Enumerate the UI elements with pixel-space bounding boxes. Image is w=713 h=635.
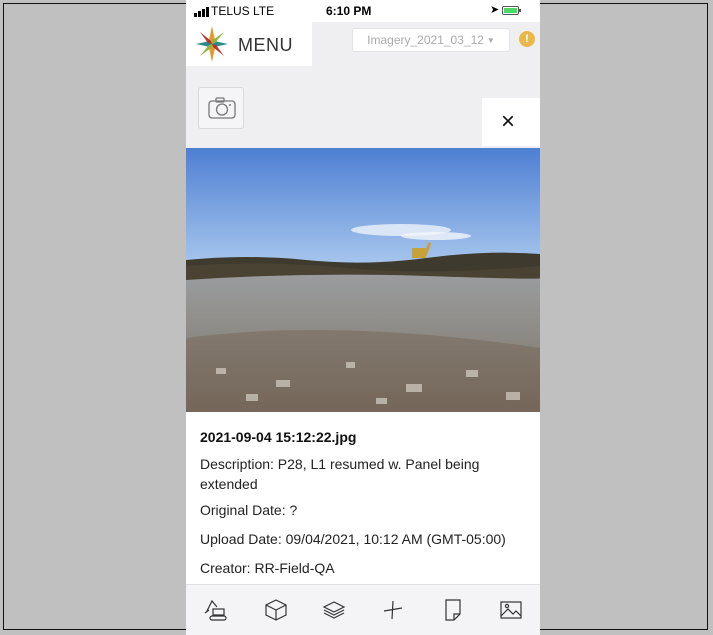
app-logo-icon [196, 26, 228, 62]
imagery-dropdown[interactable]: Imagery_2021_03_12 ▼ [352, 28, 510, 52]
carrier-label: TELUS LTE [211, 4, 275, 18]
photo-original-date: Original Date: ? [200, 502, 298, 518]
menu-label: MENU [238, 35, 293, 55]
close-button[interactable]: × [482, 98, 540, 146]
status-bar: TELUS LTE 6:10 PM ➤ [186, 0, 540, 22]
close-icon: × [501, 108, 516, 135]
camera-icon [208, 97, 236, 119]
status-time: 6:10 PM [326, 4, 372, 18]
signal-icon [194, 7, 209, 17]
alert-icon[interactable]: ! [519, 31, 535, 47]
phone-screen: TELUS LTE 6:10 PM ➤ MENU Imagery_2021_03… [186, 0, 540, 635]
chevron-down-icon: ▼ [486, 35, 495, 45]
location-arrow-icon: ➤ [490, 4, 500, 16]
layers-icon[interactable] [321, 597, 347, 623]
excavator-icon[interactable] [203, 597, 229, 623]
photo-filename: 2021-09-04 15:12:22.jpg [200, 429, 357, 445]
photo-description: Description: P28, L1 resumed w. Panel be… [200, 456, 480, 492]
battery-icon [502, 6, 521, 15]
photo-upload-date: Upload Date: 09/04/2021, 10:12 AM (GMT-0… [200, 531, 506, 547]
bottom-toolbar [186, 584, 540, 635]
measure-icon[interactable] [380, 597, 406, 623]
image-icon[interactable] [498, 597, 524, 623]
document-icon[interactable] [440, 597, 466, 623]
top-bar: MENU Imagery_2021_03_12 ▼ ! [186, 22, 540, 70]
site-photo[interactable] [186, 148, 540, 412]
box-icon[interactable] [263, 597, 289, 623]
photo-creator: Creator: RR-Field-QA [200, 560, 335, 576]
photo-details: 2021-09-04 15:12:22.jpg Description: P28… [186, 412, 540, 584]
menu-button[interactable]: MENU [186, 22, 312, 66]
camera-button[interactable] [198, 87, 244, 129]
imagery-dropdown-value: Imagery_2021_03_12 [367, 33, 484, 47]
